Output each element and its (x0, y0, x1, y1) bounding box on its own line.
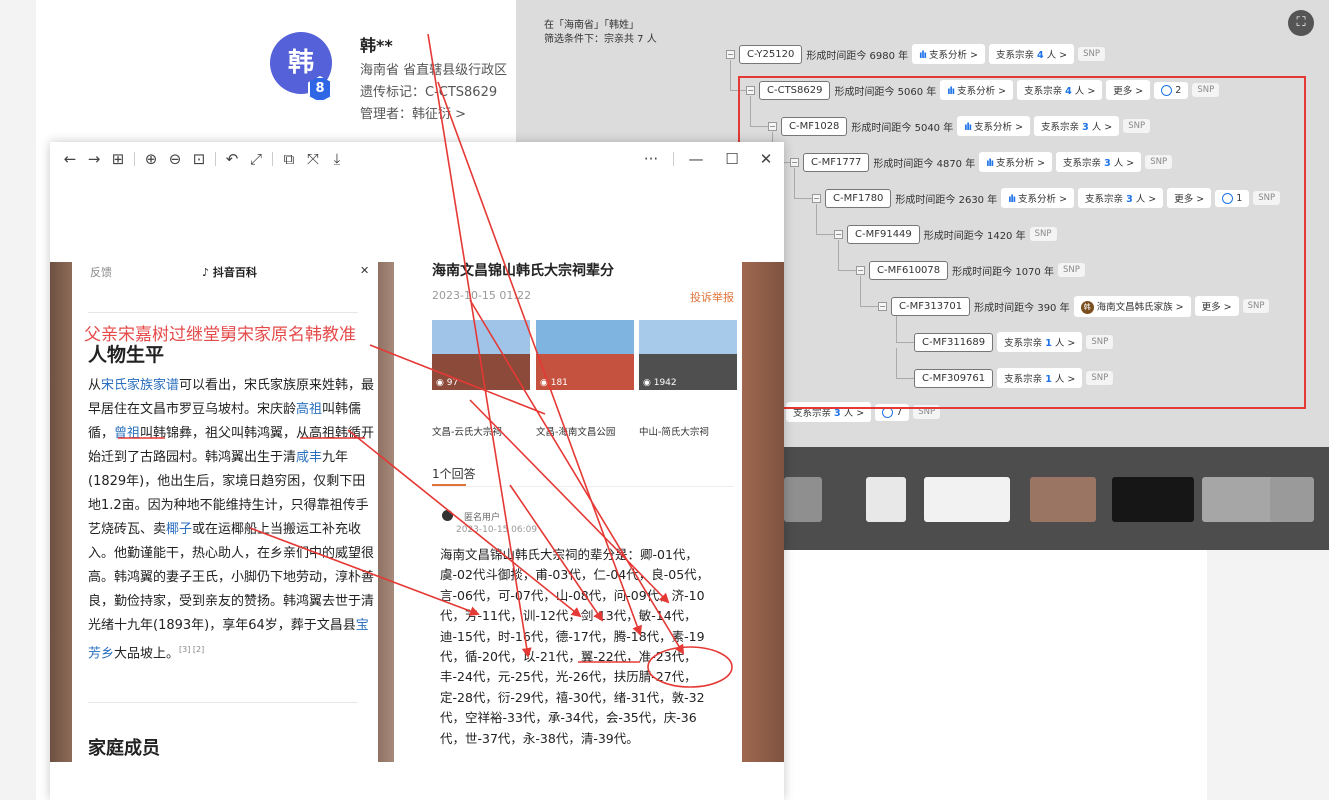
tree-filter-line2: 筛选条件下：宗亲共 7 人 (544, 34, 657, 45)
close-icon[interactable]: ✕ (360, 264, 369, 277)
profile-region: 海南省 省直辖县级行政区 (360, 63, 508, 78)
annotation-highlight-box (738, 76, 1306, 409)
bio-text: 大品坡上。 (114, 646, 180, 662)
actual-size-icon[interactable]: ⊡ (187, 150, 211, 168)
view-count: ◉ 181 (540, 378, 568, 388)
blurred-content-strip (784, 447, 1329, 550)
rotate-icon[interactable]: ↶ (220, 150, 244, 168)
profile-admin-link[interactable]: 管理者：韩征衍 > (360, 103, 466, 122)
close-icon[interactable]: ✕ (754, 150, 778, 168)
citation-ref[interactable]: [3] [2] (179, 645, 204, 654)
branch-kin-button[interactable]: 支系宗亲 4 人 > (988, 44, 1075, 64)
answer-author: 匿名用户 (464, 513, 501, 523)
family-heading: 家庭成员 (88, 738, 160, 759)
fullscreen-icon[interactable]: ⤧ (301, 150, 325, 168)
image-border (378, 262, 394, 762)
answer-text: 海南文昌锦山韩氏大宗祠的辈分是：卿-01代，虞-02代斗御掞，甫-03代，仁-0… (440, 547, 710, 746)
more-icon[interactable]: ··· (639, 150, 663, 168)
thumb-caption: 中山-简氏大宗祠 (639, 427, 709, 438)
related-image-thumb[interactable]: ◉ 1942 (639, 320, 737, 390)
tree-node-row: − C-Y25120 形成时间距今 6980 年 ılı 支系分析 > 支系宗亲 4 人… (726, 44, 1106, 64)
related-image-thumb[interactable]: ◉ 181 (536, 320, 634, 390)
tree-filter-line1: 在「海南省」「韩姓」 (544, 20, 639, 31)
bar-chart-icon: ılı (919, 50, 927, 61)
divider (88, 702, 358, 703)
branch-analysis-button[interactable]: ılı 支系分析 > (912, 44, 985, 64)
maximize-icon[interactable]: ☐ (720, 150, 744, 168)
collapse-toggle-icon[interactable]: − (726, 49, 735, 59)
profile-marker: 遗传标记：C-CTS8629 (360, 85, 498, 100)
grid-icon[interactable]: ⊞ (106, 150, 130, 168)
download-icon[interactable]: ⤓ (325, 150, 349, 168)
node-id[interactable]: C-Y25120 (739, 44, 803, 64)
related-image-thumb[interactable]: ◉ 97 (432, 320, 530, 390)
node-age: 形成时间距今 6980 年 (806, 50, 909, 62)
question-title: 海南文昌锦山韩氏大宗祠辈分 (432, 263, 614, 279)
snp-tag[interactable]: SNP (1078, 47, 1106, 61)
answers-count: 1个回答 (432, 467, 476, 481)
bio-link[interactable]: 曾祖 (114, 426, 140, 441)
thumb-caption: 文昌-海南文昌公园 (536, 427, 616, 438)
bio-text: 从 (88, 378, 102, 393)
bio-link[interactable]: 椰子 (166, 522, 192, 537)
image-border (742, 262, 784, 762)
minimize-icon[interactable]: — (684, 150, 708, 168)
image-viewer-window: ← → ⊞ ⊕ ⊖ ⊡ ↶ ⤢ ⧉ ⤧ ⤓ ··· — ☐ ✕ 反馈 ♪ 抖音百… (50, 142, 784, 800)
answer-time: 2023-10-15 06:09 (456, 525, 538, 535)
profile-name: 韩** (360, 36, 393, 55)
douyin-baike-logo: ♪ 抖音百科 (202, 266, 257, 279)
scan-icon[interactable]: ⛶ (1288, 10, 1314, 36)
image-border (50, 262, 72, 762)
forward-icon[interactable]: → (82, 150, 106, 168)
tree-connector (730, 60, 731, 90)
qa-page: 海南文昌锦山韩氏大宗祠辈分 2023-10-15 01:22 投诉举报 ◉ 97… (394, 262, 742, 762)
bio-text: 或在运椰船上当搬运工补充收入。他勤谨能干，热心助人，在乡亲们中的威望很高。韩鸿翼… (88, 522, 375, 633)
biography-text: 从宋氏家族家谱可以看出，宋氏家族原来姓韩，最早居住在文昌市罗豆乌坡村。宋庆龄高祖… (88, 374, 378, 666)
zoom-in-icon[interactable]: ⊕ (139, 150, 163, 168)
feedback-link[interactable]: 反馈 (90, 264, 112, 280)
back-icon[interactable]: ← (58, 150, 82, 168)
question-date: 2023-10-15 01:22 (432, 289, 532, 302)
thumb-caption: 文昌-云氏大宗祠 (432, 427, 502, 438)
bio-link[interactable]: 高祖 (296, 402, 322, 417)
view-count: ◉ 1942 (643, 378, 677, 388)
zoom-out-icon[interactable]: ⊖ (163, 150, 187, 168)
copy-icon[interactable]: ⧉ (277, 150, 301, 168)
edit-icon[interactable]: ⤢ (244, 150, 268, 168)
annotation-text: 父亲宋嘉树过继堂舅宋家原名韩教准 (84, 325, 356, 345)
user-avatar-icon (442, 510, 453, 521)
bio-link[interactable]: 宋氏家族家谱 (101, 378, 179, 393)
report-link[interactable]: 投诉举报 (690, 289, 734, 305)
bio-link[interactable]: 咸丰 (296, 450, 322, 465)
viewer-toolbar: ← → ⊞ ⊕ ⊖ ⊡ ↶ ⤢ ⧉ ⤧ ⤓ ··· — ☐ ✕ (50, 142, 784, 176)
view-count: ◉ 97 (436, 378, 459, 388)
